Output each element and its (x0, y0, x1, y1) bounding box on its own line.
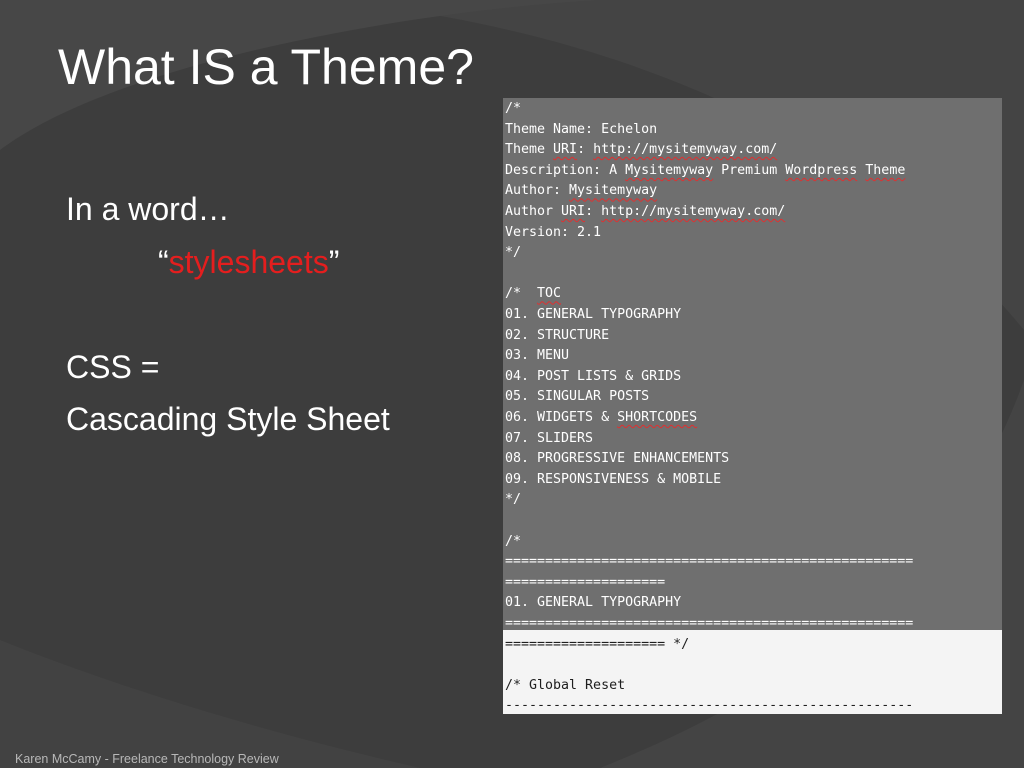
code-line: 07. SLIDERS (505, 430, 594, 446)
spellcheck-flagged-word: Wordpress (785, 162, 858, 178)
code-line: /* (505, 533, 522, 549)
code-line: 05. SINGULAR POSTS (505, 389, 650, 405)
code-line: ========================================… (505, 554, 914, 570)
code-line: 04. POST LISTS & GRIDS (505, 368, 682, 384)
code-line: ========================================… (505, 616, 914, 631)
body-line-cascading-style-sheet: Cascading Style Sheet (66, 401, 390, 437)
slide-title: What IS a Theme? (58, 39, 474, 95)
open-quote: “ (158, 244, 169, 280)
footer-credit: Karen McCamy - Freelance Technology Revi… (15, 752, 279, 766)
code-line: 08. PROGRESSIVE ENHANCEMENTS (505, 451, 730, 467)
body-line-stylesheets: “stylesheets” (158, 244, 340, 280)
slide: What IS a Theme? In a word… “stylesheets… (0, 0, 1024, 768)
code-line: Theme URI: http://mysitemyway.com/ (505, 142, 778, 158)
spellcheck-flagged-word: Mysitemyway (569, 183, 658, 199)
code-line: 06. WIDGETS & SHORTCODES (505, 410, 698, 425)
code-line: Author: Mysitemyway (505, 183, 658, 199)
code-line: Version: 2.1 (505, 224, 602, 240)
code-line: /* (505, 101, 522, 116)
spellcheck-flagged-word: Mysitemyway (625, 162, 714, 178)
code-line: /* Global Reset (505, 677, 626, 693)
code-line: 09. RESPONSIVENESS & MOBILE (505, 471, 722, 487)
code-line: 01. GENERAL TYPOGRAPHY (505, 595, 682, 611)
code-line: 01. GENERAL TYPOGRAPHY (505, 307, 682, 322)
code-line: ==================== (505, 574, 666, 590)
close-quote: ” (328, 244, 340, 280)
code-line: ----------------------------------------… (505, 698, 914, 714)
code-line: ==================== */ (505, 636, 690, 652)
spellcheck-flagged-word: http://mysitemyway.com/ (601, 204, 786, 219)
spellcheck-flagged-word: URI (553, 142, 578, 158)
code-line: */ (505, 492, 522, 508)
css-code-screenshot: /* Theme Name: Echelon Theme URI: http://m… (503, 98, 1002, 714)
spellcheck-flagged-word: URI (561, 204, 586, 219)
spellcheck-flagged-word: http://mysitemyway.com/ (593, 142, 778, 158)
spellcheck-flagged-word: SHORTCODES (617, 410, 698, 425)
spellcheck-flagged-word: Theme (865, 162, 906, 178)
code-line: /* TOC (505, 286, 562, 302)
code-line: Theme Name: Echelon (505, 121, 658, 137)
code-line: */ (505, 245, 522, 261)
code-line: 02. STRUCTURE (505, 327, 610, 343)
code-line: Author URI: http://mysitemyway.com/ (505, 204, 786, 219)
spellcheck-flagged-word: TOC (537, 286, 562, 302)
code-line: 03. MENU (505, 348, 570, 364)
body-line-in-a-word: In a word… (66, 191, 230, 227)
code-line: Description: A Mysitemyway Premium Wordp… (505, 162, 906, 178)
stylesheets-word: stylesheets (168, 244, 329, 280)
body-line-css: CSS = (66, 349, 160, 385)
